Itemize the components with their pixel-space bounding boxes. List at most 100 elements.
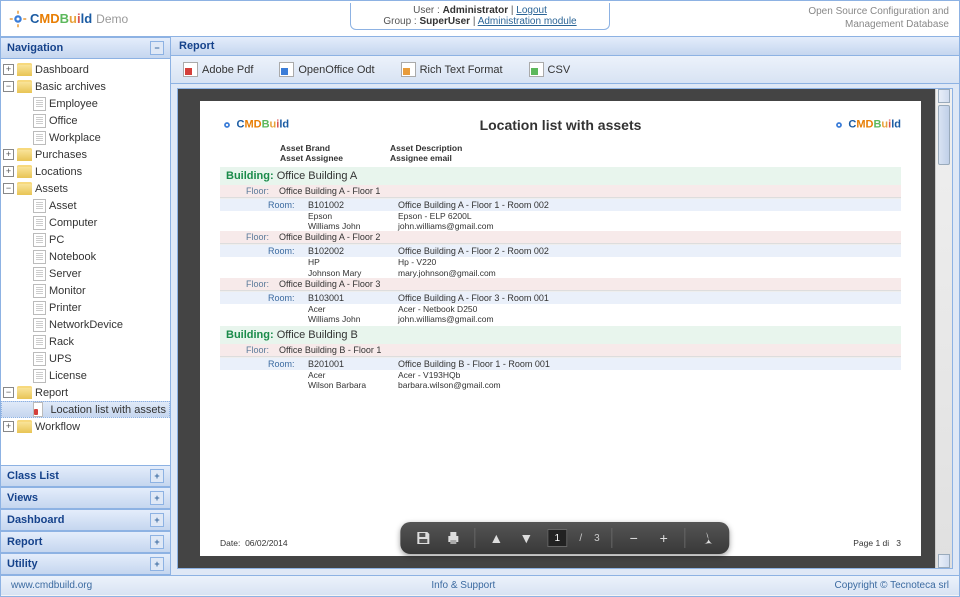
- logo-gear-icon: [9, 10, 27, 28]
- page-down-icon[interactable]: ▼: [517, 529, 535, 547]
- tree-node-printer[interactable]: Printer: [1, 299, 170, 316]
- content-area: Report Adobe PdfOpenOffice OdtRich Text …: [171, 37, 959, 575]
- tree-node-workflow[interactable]: +Workflow: [1, 418, 170, 435]
- tree-node-license[interactable]: License: [1, 367, 170, 384]
- navigation-panel-header[interactable]: Navigation −: [1, 37, 170, 59]
- tree-node-office[interactable]: Office: [1, 112, 170, 129]
- asset-row: EpsonEpson - ELP 6200L: [220, 211, 901, 221]
- tree-node-rack[interactable]: Rack: [1, 333, 170, 350]
- page-input[interactable]: [547, 529, 567, 547]
- admin-module-link[interactable]: Administration module: [478, 16, 577, 27]
- folder-icon: [17, 182, 32, 195]
- export-odt-button[interactable]: OpenOffice Odt: [275, 60, 378, 79]
- toggle-icon[interactable]: −: [3, 387, 14, 398]
- report-column-headers: Asset BrandAsset Description Asset Assig…: [280, 143, 901, 163]
- tree-node-notebook[interactable]: Notebook: [1, 248, 170, 265]
- panel-class-list[interactable]: Class List+: [1, 465, 170, 487]
- document-icon: [33, 131, 46, 145]
- tree-node-location-list-with-assets[interactable]: Location list with assets: [1, 401, 170, 418]
- tree-node-dashboard[interactable]: +Dashboard: [1, 61, 170, 78]
- tree-node-assets[interactable]: −Assets: [1, 180, 170, 197]
- document-icon: [33, 335, 46, 349]
- page-up-icon[interactable]: ▲: [487, 529, 505, 547]
- collapse-icon[interactable]: −: [150, 41, 164, 55]
- pdf-icon: [33, 403, 47, 417]
- export-rtf-button[interactable]: Rich Text Format: [397, 60, 507, 79]
- footer-copyright: Copyright © Tecnoteca srl: [835, 580, 949, 591]
- expand-icon[interactable]: +: [150, 557, 164, 571]
- asset-row: AcerAcer - V193HQb: [220, 370, 901, 380]
- tree-node-networkdevice[interactable]: NetworkDevice: [1, 316, 170, 333]
- expand-icon[interactable]: +: [150, 491, 164, 505]
- asset-row: Wilson Barbarabarbara.wilson@gmail.com: [220, 380, 901, 390]
- tree-node-asset[interactable]: Asset: [1, 197, 170, 214]
- folder-icon: [17, 386, 32, 399]
- footer: www.cmdbuild.org Info & Support Copyrigh…: [1, 575, 959, 595]
- footer-link-center[interactable]: Info & Support: [431, 580, 495, 591]
- panel-utility[interactable]: Utility+: [1, 553, 170, 575]
- save-icon[interactable]: [414, 529, 432, 547]
- floor-row: Floor: Office Building A - Floor 2: [220, 231, 901, 244]
- floor-row: Floor: Office Building A - Floor 3: [220, 278, 901, 291]
- logo-text: CMDBuild: [30, 11, 92, 26]
- panel-report[interactable]: Report+: [1, 531, 170, 553]
- building-row: Building: Office Building A: [220, 167, 901, 185]
- page-total: 3: [594, 533, 600, 544]
- footer-link-left[interactable]: www.cmdbuild.org: [11, 580, 92, 591]
- zoom-in-icon[interactable]: +: [655, 529, 673, 547]
- asset-row: Johnson Marymary.johnson@gmail.com: [220, 268, 901, 278]
- tree-node-pc[interactable]: PC: [1, 231, 170, 248]
- sidebar: Navigation − +Dashboard−Basic archivesEm…: [1, 37, 171, 575]
- document-icon: [33, 250, 46, 264]
- acrobat-icon[interactable]: [698, 529, 716, 547]
- scroll-down-icon[interactable]: [938, 554, 950, 568]
- sidebar-bottom-panels: Class List+Views+Dashboard+Report+Utilit…: [1, 465, 170, 575]
- tree-node-locations[interactable]: +Locations: [1, 163, 170, 180]
- tree-node-server[interactable]: Server: [1, 265, 170, 282]
- viewer-scrollbar[interactable]: [935, 89, 952, 568]
- room-row: Room:B102002Office Building A - Floor 2 …: [220, 244, 901, 257]
- scroll-up-icon[interactable]: [938, 89, 950, 103]
- building-row: Building: Office Building B: [220, 326, 901, 344]
- document-icon: [33, 369, 46, 383]
- tree-node-workplace[interactable]: Workplace: [1, 129, 170, 146]
- asset-row: Williams Johnjohn.williams@gmail.com: [220, 314, 901, 324]
- report-logo-left: CMDBuild: [220, 118, 289, 132]
- toggle-icon[interactable]: +: [3, 421, 14, 432]
- folder-icon: [17, 420, 32, 433]
- logout-link[interactable]: Logout: [516, 5, 547, 16]
- panel-dashboard[interactable]: Dashboard+: [1, 509, 170, 531]
- pdf-toolbar: ▲ ▼ / 3 − +: [400, 522, 729, 554]
- tree-node-basic-archives[interactable]: −Basic archives: [1, 78, 170, 95]
- toggle-icon[interactable]: +: [3, 166, 14, 177]
- tree-node-report[interactable]: −Report: [1, 384, 170, 401]
- toggle-icon[interactable]: +: [3, 149, 14, 160]
- zoom-out-icon[interactable]: −: [625, 529, 643, 547]
- print-icon[interactable]: [444, 529, 462, 547]
- expand-icon[interactable]: +: [150, 535, 164, 549]
- tree-node-employee[interactable]: Employee: [1, 95, 170, 112]
- tree-node-monitor[interactable]: Monitor: [1, 282, 170, 299]
- expand-icon[interactable]: +: [150, 469, 164, 483]
- export-pdf-button[interactable]: Adobe Pdf: [179, 60, 257, 79]
- navigation-tree: +Dashboard−Basic archivesEmployeeOfficeW…: [1, 59, 170, 465]
- tree-node-purchases[interactable]: +Purchases: [1, 146, 170, 163]
- document-icon: [33, 216, 46, 230]
- room-row: Room:B103001Office Building A - Floor 3 …: [220, 291, 901, 304]
- toggle-icon[interactable]: +: [3, 64, 14, 75]
- report-viewer: CMDBuild Location list with assets CMDBu…: [177, 88, 953, 569]
- document-icon: [33, 352, 46, 366]
- export-csv-button[interactable]: CSV: [525, 60, 575, 79]
- toggle-icon[interactable]: −: [3, 81, 14, 92]
- tree-node-computer[interactable]: Computer: [1, 214, 170, 231]
- folder-icon: [17, 165, 32, 178]
- scroll-thumb[interactable]: [938, 105, 950, 165]
- expand-icon[interactable]: +: [150, 513, 164, 527]
- rtf-icon: [401, 62, 416, 77]
- report-page: CMDBuild Location list with assets CMDBu…: [200, 101, 921, 556]
- document-icon: [33, 301, 46, 315]
- toggle-icon[interactable]: −: [3, 183, 14, 194]
- panel-views[interactable]: Views+: [1, 487, 170, 509]
- tree-node-ups[interactable]: UPS: [1, 350, 170, 367]
- user-info-panel: User : Administrator | Logout Group : Su…: [350, 3, 610, 30]
